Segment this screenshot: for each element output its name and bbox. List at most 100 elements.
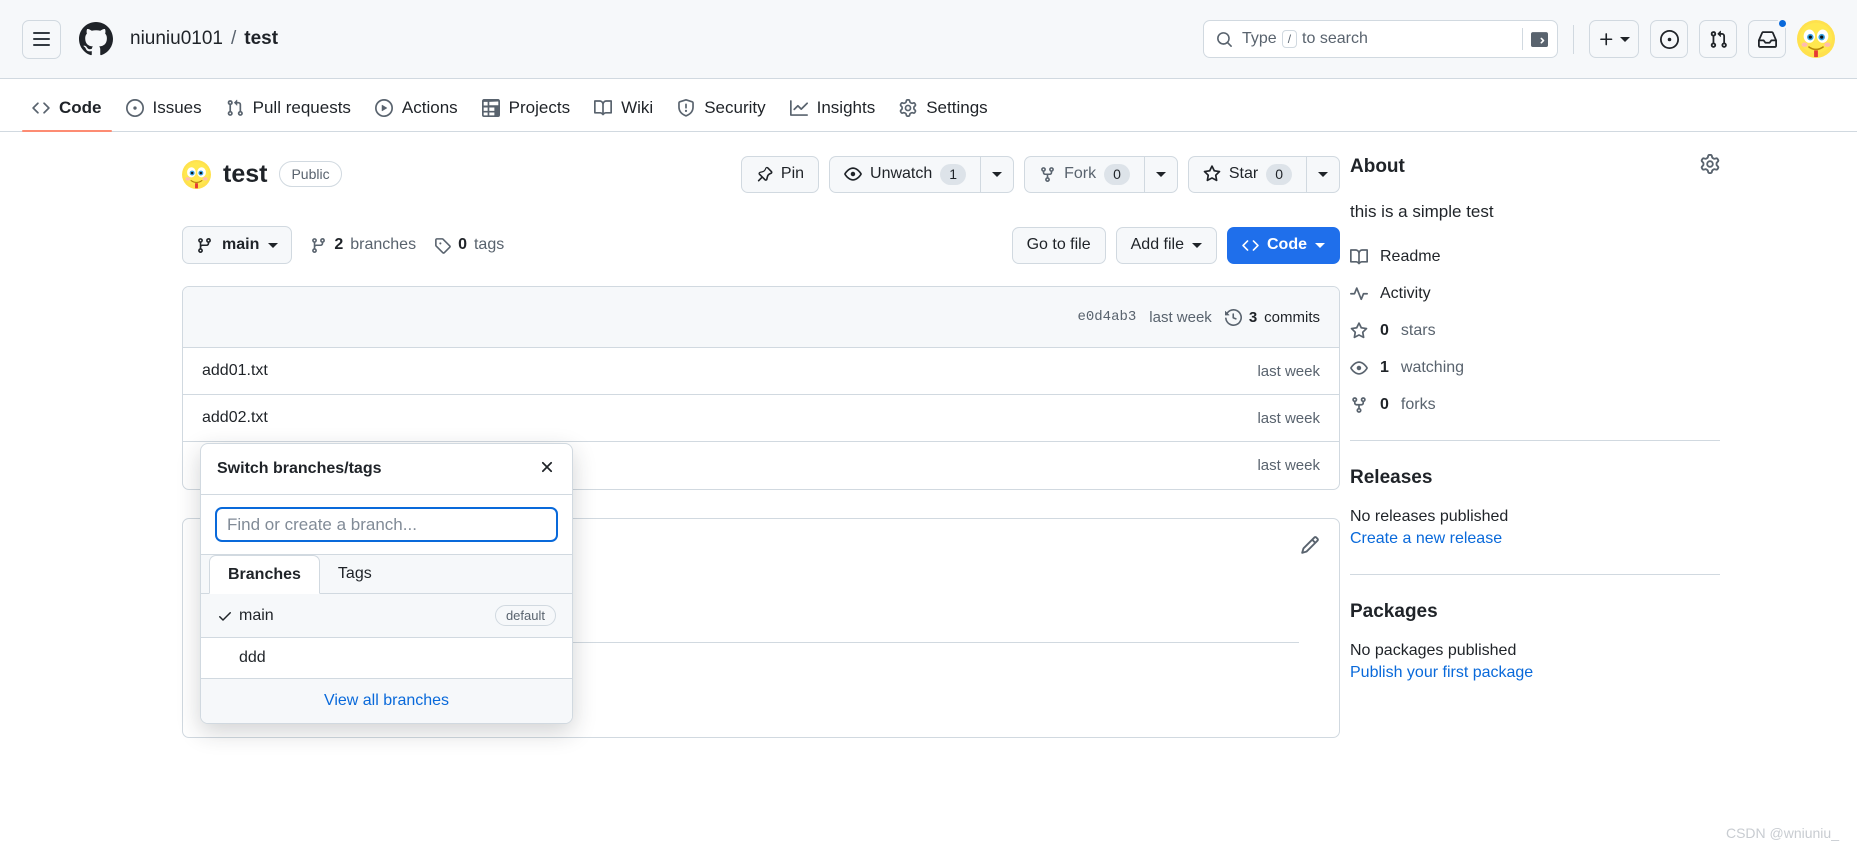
commits-count-link[interactable]: 3 commits — [1224, 308, 1320, 326]
table-row[interactable]: add02.txt last week — [183, 395, 1339, 442]
branch-search-input[interactable] — [215, 507, 558, 542]
list-item[interactable]: ddd — [201, 638, 572, 679]
table-row[interactable]: add01.txt last week — [183, 348, 1339, 395]
tab-issues[interactable]: Issues — [116, 98, 212, 131]
list-item[interactable]: main default — [201, 594, 572, 638]
breadcrumb: niuniu0101 / test — [130, 28, 278, 50]
tab-wiki[interactable]: Wiki — [584, 98, 663, 131]
page-title[interactable]: test — [223, 160, 267, 189]
tab-code-label: Code — [59, 98, 102, 117]
fork-dropdown-button[interactable] — [1143, 155, 1178, 193]
go-to-file-button[interactable]: Go to file — [1011, 226, 1106, 264]
issues-shortcut[interactable] — [1650, 20, 1688, 58]
tab-issues-label: Issues — [152, 98, 202, 117]
avatar[interactable] — [1797, 20, 1835, 58]
sidebar-divider — [1350, 440, 1720, 441]
commits-count: 3 — [1248, 308, 1258, 326]
packages-empty-text: No packages published — [1350, 642, 1517, 659]
inbox-icon — [1757, 30, 1777, 48]
sidebar-item-forks[interactable]: 0 forks — [1350, 396, 1720, 414]
global-header: niuniu0101 / test Type / to search — [0, 0, 1857, 79]
tab-security[interactable]: Security — [667, 98, 775, 131]
sidebar-item-stars[interactable]: 0 stars — [1350, 322, 1720, 340]
commit-hash[interactable]: e0d4ab3 — [1077, 309, 1136, 325]
git-pull-request-icon — [1710, 30, 1727, 48]
notifications-inbox[interactable] — [1748, 18, 1788, 58]
star-button[interactable]: Star 0 — [1187, 155, 1306, 193]
star-label: Star — [1228, 165, 1259, 182]
hamburger-icon[interactable] — [22, 19, 61, 59]
slash-key-hint: / — [1281, 30, 1298, 48]
pin-button[interactable]: Pin — [740, 155, 820, 193]
popup-search-wrap — [201, 495, 572, 555]
tab-actions[interactable]: Actions — [365, 98, 468, 131]
eye-icon — [844, 167, 862, 181]
watch-dropdown-button[interactable] — [980, 155, 1015, 193]
fork-count: 0 — [1104, 163, 1130, 185]
tags-count-link[interactable]: 0 tags — [434, 236, 504, 254]
repo-nav: Code Issues Pull requests Actions Projec… — [0, 79, 1857, 132]
notification-dot — [1777, 18, 1788, 29]
fork-label: Fork — [1064, 165, 1097, 182]
code-button[interactable]: Code — [1227, 226, 1340, 264]
visibility-badge: Public — [279, 161, 342, 187]
sidebar-item-activity[interactable]: Activity — [1350, 285, 1720, 303]
close-icon[interactable] — [538, 458, 556, 480]
releases-title: Releases — [1350, 467, 1433, 488]
star-icon — [1350, 322, 1368, 339]
star-button-group: Star 0 — [1187, 155, 1340, 193]
issue-opened-icon — [1659, 29, 1679, 49]
github-logo-icon[interactable] — [79, 22, 113, 56]
chevron-down-icon — [1315, 242, 1325, 248]
sidebar-item-watching[interactable]: 1 watching — [1350, 359, 1720, 377]
tab-wiki-label: Wiki — [621, 98, 654, 117]
tab-settings[interactable]: Settings — [889, 98, 997, 131]
code-label: Code — [1267, 236, 1307, 253]
file-name[interactable]: add01.txt — [202, 362, 268, 380]
pull-requests-shortcut[interactable] — [1699, 20, 1737, 58]
search-divider — [1522, 28, 1523, 50]
header-actions: Type / to search — [1203, 18, 1835, 58]
pencil-icon[interactable] — [1300, 535, 1320, 560]
latest-commit-bar: e0d4ab3 last week 3 commits — [183, 287, 1339, 348]
plus-icon — [1600, 32, 1613, 45]
shield-icon — [678, 99, 695, 117]
sidebar-item-readme[interactable]: Readme — [1350, 248, 1720, 266]
search-placeholder: Type / to search — [1242, 30, 1522, 48]
add-file-button[interactable]: Add file — [1115, 226, 1217, 264]
breadcrumb-owner[interactable]: niuniu0101 — [130, 28, 223, 50]
file-time: last week — [1257, 409, 1320, 427]
chevron-down-icon — [1318, 171, 1328, 177]
tab-pull-requests[interactable]: Pull requests — [216, 98, 361, 131]
search-input[interactable]: Type / to search — [1203, 20, 1558, 58]
tab-insights[interactable]: Insights — [780, 98, 886, 131]
tab-branches[interactable]: Branches — [209, 555, 320, 594]
star-dropdown-button[interactable] — [1306, 155, 1340, 193]
commit-time: last week — [1149, 308, 1212, 326]
breadcrumb-repo[interactable]: test — [244, 28, 278, 50]
gear-icon[interactable] — [1700, 154, 1720, 180]
branches-count-link[interactable]: 2 branches — [310, 236, 416, 254]
go-to-file-label: Go to file — [1026, 236, 1091, 253]
create-release-link[interactable]: Create a new release — [1350, 530, 1720, 548]
popup-title: Switch branches/tags — [217, 460, 382, 477]
branch-selector-button[interactable]: main — [182, 226, 293, 264]
tab-projects[interactable]: Projects — [472, 98, 580, 131]
fork-button-group: Fork 0 — [1024, 155, 1178, 193]
unwatch-button[interactable]: Unwatch 1 — [829, 155, 981, 193]
stars-count: 0 — [1380, 322, 1389, 339]
tab-code[interactable]: Code — [22, 98, 112, 132]
tab-tags[interactable]: Tags — [320, 555, 390, 593]
publish-package-link[interactable]: Publish your first package — [1350, 664, 1720, 682]
create-new-menu[interactable] — [1589, 20, 1639, 58]
tab-security-label: Security — [704, 98, 766, 117]
branches-label: branches — [350, 236, 417, 253]
file-name[interactable]: add02.txt — [202, 409, 268, 427]
repo-action-buttons: Pin Unwatch 1 Fork 0 Star 0 — [740, 155, 1340, 193]
view-all-branches-link[interactable]: View all branches — [324, 692, 449, 709]
fork-button[interactable]: Fork 0 — [1024, 155, 1144, 193]
gear-icon — [899, 99, 917, 117]
popup-footer: View all branches — [201, 679, 572, 723]
toolbar-right-actions: Go to file Add file Code — [1011, 226, 1340, 264]
tags-count: 0 — [458, 236, 467, 253]
